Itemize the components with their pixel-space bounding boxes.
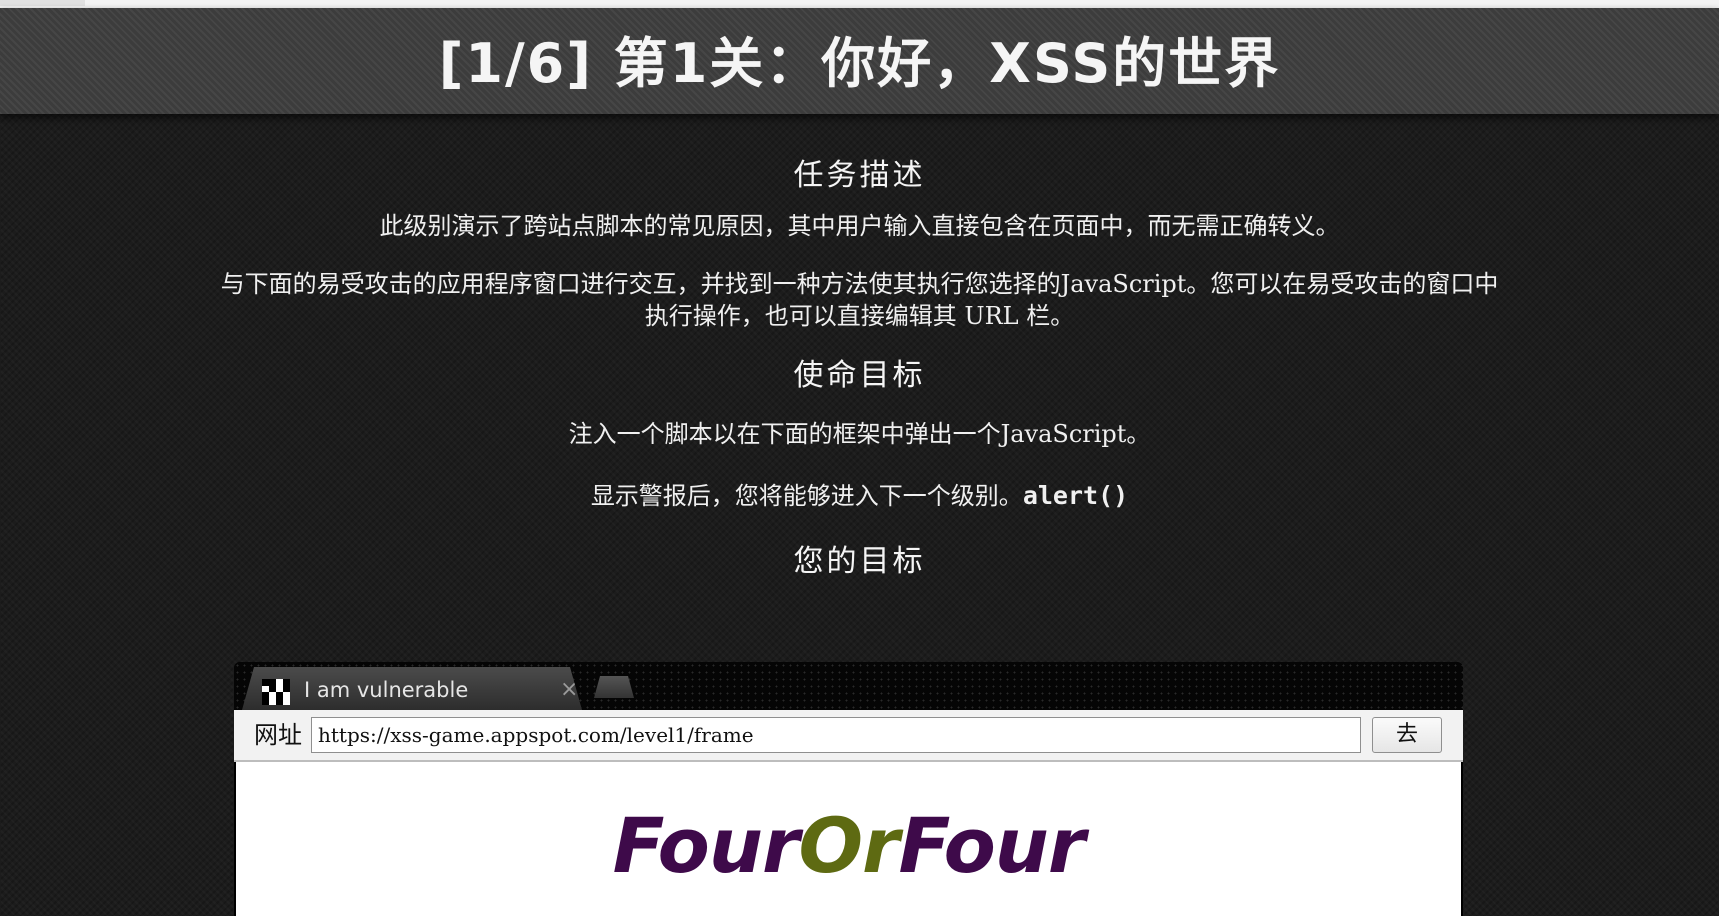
mission-heading: 使命目标: [793, 358, 926, 393]
close-icon[interactable]: ×: [560, 677, 578, 702]
mission-paragraph-2: 显示警报后，您将能够进入下一个级别。alert(): [0, 480, 1719, 512]
logo-part-or: Or: [798, 801, 899, 890]
browser-tab-bar: I am vulnerable ×: [234, 662, 1463, 710]
logo-part-four-2: Four: [898, 801, 1086, 890]
top-strip: [0, 0, 1719, 8]
vulnerable-frame-content: FourOrFour: [236, 762, 1461, 916]
vulnerable-browser-frame: I am vulnerable × 网址 去 FourOrFour: [234, 662, 1463, 916]
browser-tab[interactable]: I am vulnerable ×: [242, 667, 582, 710]
level-header: [1/6] 第1关：你好，XSS的世界: [0, 8, 1719, 114]
mission-content: 任务描述 此级别演示了跨站点脚本的常见原因，其中用户输入直接包含在页面中，而无需…: [0, 114, 1719, 582]
mission-paragraph-1: 注入一个脚本以在下面的框架中弹出一个JavaScript。: [568, 420, 1151, 448]
browser-toolbar: 网址 去: [234, 710, 1463, 762]
tab-title: I am vulnerable: [304, 678, 469, 702]
description-paragraph-2: 与下面的易受攻击的应用程序窗口进行交互，并找到一种方法使其执行您选择的JavaS…: [220, 270, 1499, 330]
description-heading: 任务描述: [793, 158, 926, 193]
scroll-indicator[interactable]: [0, 0, 85, 6]
fourorfour-logo: FourOrFour: [236, 806, 1461, 886]
level-title: [1/6] 第1关：你好，XSS的世界: [438, 32, 1281, 95]
target-heading: 您的目标: [793, 544, 926, 579]
description-paragraph-1: 此级别演示了跨站点脚本的常见原因，其中用户输入直接包含在页面中，而无需正确转义。: [379, 212, 1340, 240]
logo-part-four: Four: [612, 801, 800, 890]
url-input[interactable]: [311, 717, 1361, 753]
go-button[interactable]: 去: [1372, 717, 1442, 753]
alert-code: alert(): [1022, 481, 1129, 510]
favicon-icon: [262, 679, 290, 705]
url-label: 网址: [254, 721, 302, 749]
mission-paragraph-2-text: 显示警报后，您将能够进入下一个级别。: [590, 482, 1023, 510]
new-tab-button[interactable]: [594, 676, 634, 698]
